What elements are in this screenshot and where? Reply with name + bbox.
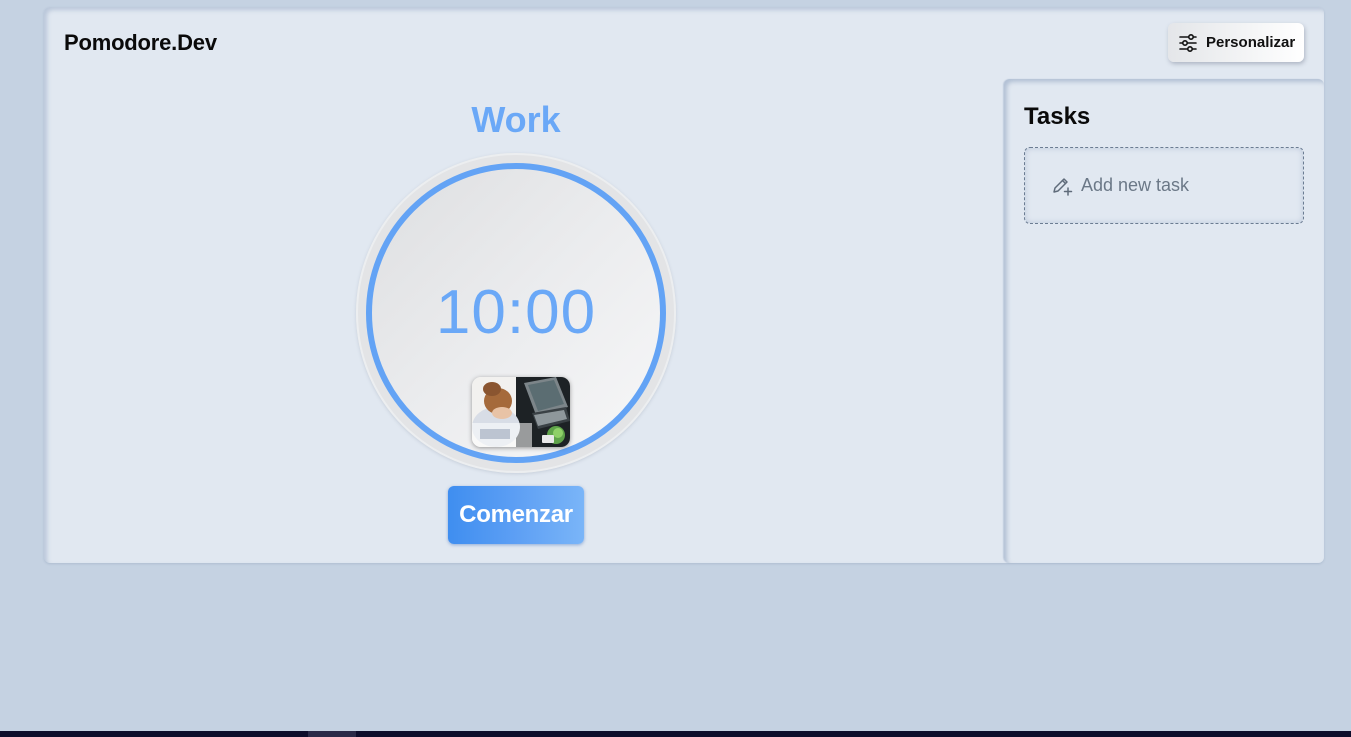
add-task-button[interactable]: Add new task	[1024, 147, 1304, 224]
timer-thumbnail-image	[472, 377, 570, 447]
mode-label: Work	[471, 99, 561, 140]
timer-display: 10:00	[435, 278, 597, 347]
app-card: Pomodore.Dev Personalizar Work 10:00 Com…	[44, 7, 1324, 563]
timer-dial: 10:00	[356, 153, 676, 473]
tasks-title: Tasks	[1024, 103, 1091, 130]
taskbar-item[interactable]	[308, 731, 356, 737]
taskbar-strip	[0, 731, 1351, 737]
start-button[interactable]: Comenzar	[448, 486, 584, 544]
timer-progress-ring: 10:00	[366, 163, 666, 463]
brand-title: Pomodore.Dev	[64, 30, 217, 55]
add-task-label: Add new task	[1081, 175, 1190, 195]
pencil-plus-icon	[1051, 175, 1073, 197]
customize-button[interactable]: Personalizar	[1168, 23, 1304, 62]
sliders-icon	[1178, 33, 1198, 53]
customize-label: Personalizar	[1206, 34, 1296, 51]
tasks-panel: Tasks Add new task	[1004, 79, 1324, 563]
